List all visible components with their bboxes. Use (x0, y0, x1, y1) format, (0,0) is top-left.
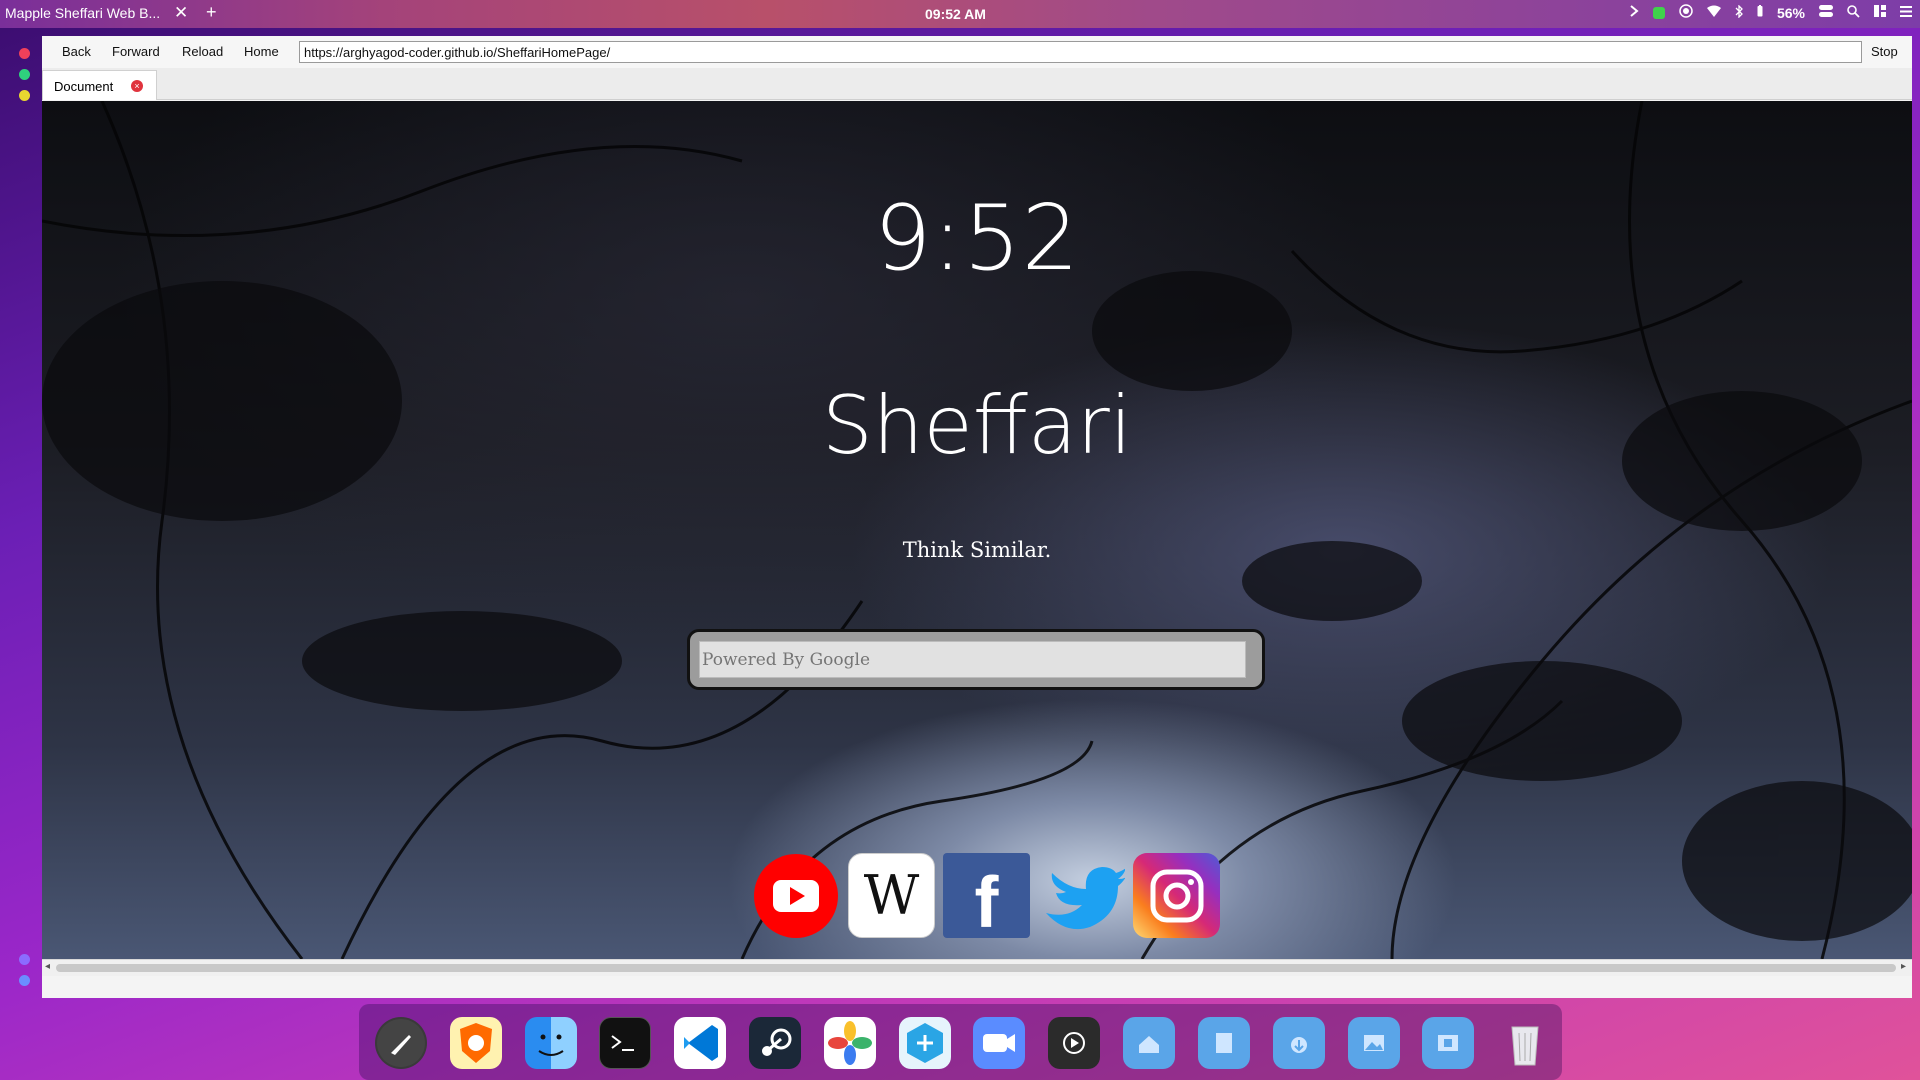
videos-folder-icon[interactable] (1422, 1017, 1474, 1069)
battery-icon[interactable] (1757, 5, 1763, 20)
back-button[interactable]: Back (62, 44, 91, 59)
battery-percent: 56% (1776, 4, 1805, 21)
launchpad-icon[interactable] (375, 1017, 427, 1069)
scroll-thumb[interactable] (56, 964, 1896, 972)
terminal-icon[interactable] (599, 1017, 651, 1069)
scroll-right-icon[interactable]: ▸ (1901, 961, 1906, 972)
bluetooth-icon[interactable] (1735, 3, 1743, 21)
brand-title: Sheffari (822, 379, 1132, 472)
minimize-dot[interactable] (19, 90, 30, 101)
photos-icon[interactable] (824, 1017, 876, 1069)
close-window-icon[interactable]: ✕ (174, 3, 188, 23)
workspace-dot-1[interactable] (19, 954, 30, 965)
maximize-dot[interactable] (19, 69, 30, 80)
page-content: 9:52 Sheffari Think Similar. W f (42, 101, 1912, 959)
trash-icon[interactable] (1499, 1017, 1551, 1069)
page-clock: 9:52 (873, 186, 1081, 291)
finder-icon[interactable] (525, 1017, 577, 1069)
record-icon[interactable] (1679, 4, 1693, 21)
facebook-icon[interactable]: f (943, 853, 1030, 943)
tab-close-icon[interactable]: × (131, 80, 143, 92)
green-status-icon[interactable] (1652, 6, 1665, 19)
search-icon[interactable] (1847, 4, 1860, 21)
new-tab-icon[interactable]: + (206, 2, 217, 23)
horizontal-scrollbar[interactable]: ◂ ▸ (42, 959, 1912, 976)
video-player-icon[interactable] (1048, 1017, 1100, 1069)
control-center-icon[interactable] (1819, 5, 1833, 20)
home-folder-icon[interactable] (1123, 1017, 1175, 1069)
social-links: W f (753, 853, 1220, 943)
steam-icon[interactable] (749, 1017, 801, 1069)
documents-folder-icon[interactable] (1198, 1017, 1250, 1069)
url-bar[interactable]: https://arghyagod-coder.github.io/Sheffa… (299, 41, 1862, 63)
dock (359, 1004, 1562, 1080)
window-controls-strip (0, 28, 42, 998)
youtube-icon[interactable] (753, 853, 840, 938)
tab-bar: Document × (42, 68, 1912, 100)
system-tray: 56% (1629, 3, 1912, 21)
top-bar: Mapple Sheffari Web B... ✕ + 09:52 AM 56… (0, 0, 1920, 28)
zoom-icon[interactable] (973, 1017, 1025, 1069)
app-store-icon[interactable] (899, 1017, 951, 1069)
stop-button[interactable]: Stop (1871, 44, 1898, 59)
tab-label: Document (54, 79, 114, 94)
window-title: Mapple Sheffari Web B... (5, 5, 161, 21)
tab-document[interactable]: Document × (42, 70, 157, 100)
browser-window: Back Forward Reload Home https://arghyag… (42, 36, 1912, 998)
tagline: Think Similar. (902, 538, 1052, 562)
grid-icon[interactable] (1874, 5, 1886, 20)
reload-button[interactable]: Reload (182, 44, 223, 59)
forward-button[interactable]: Forward (112, 44, 160, 59)
pictures-folder-icon[interactable] (1348, 1017, 1400, 1069)
instagram-icon[interactable] (1133, 853, 1220, 938)
scroll-left-icon[interactable]: ◂ (45, 961, 50, 972)
twitter-icon[interactable] (1038, 853, 1125, 938)
chevron-right-icon[interactable] (1629, 5, 1639, 20)
brave-browser-icon[interactable] (450, 1017, 502, 1069)
vscode-icon[interactable] (674, 1017, 726, 1069)
system-clock: 09:52 AM (925, 6, 986, 22)
workspace-dot-2[interactable] (19, 975, 30, 986)
menu-icon[interactable] (1900, 5, 1912, 20)
search-container (687, 629, 1265, 690)
wikipedia-icon[interactable]: W (848, 853, 935, 938)
nav-bar: Back Forward Reload Home https://arghyag… (42, 36, 1912, 68)
close-dot[interactable] (19, 48, 30, 59)
search-input[interactable] (699, 641, 1246, 678)
home-button[interactable]: Home (244, 44, 279, 59)
downloads-folder-icon[interactable] (1273, 1017, 1325, 1069)
wifi-icon[interactable] (1706, 5, 1721, 20)
